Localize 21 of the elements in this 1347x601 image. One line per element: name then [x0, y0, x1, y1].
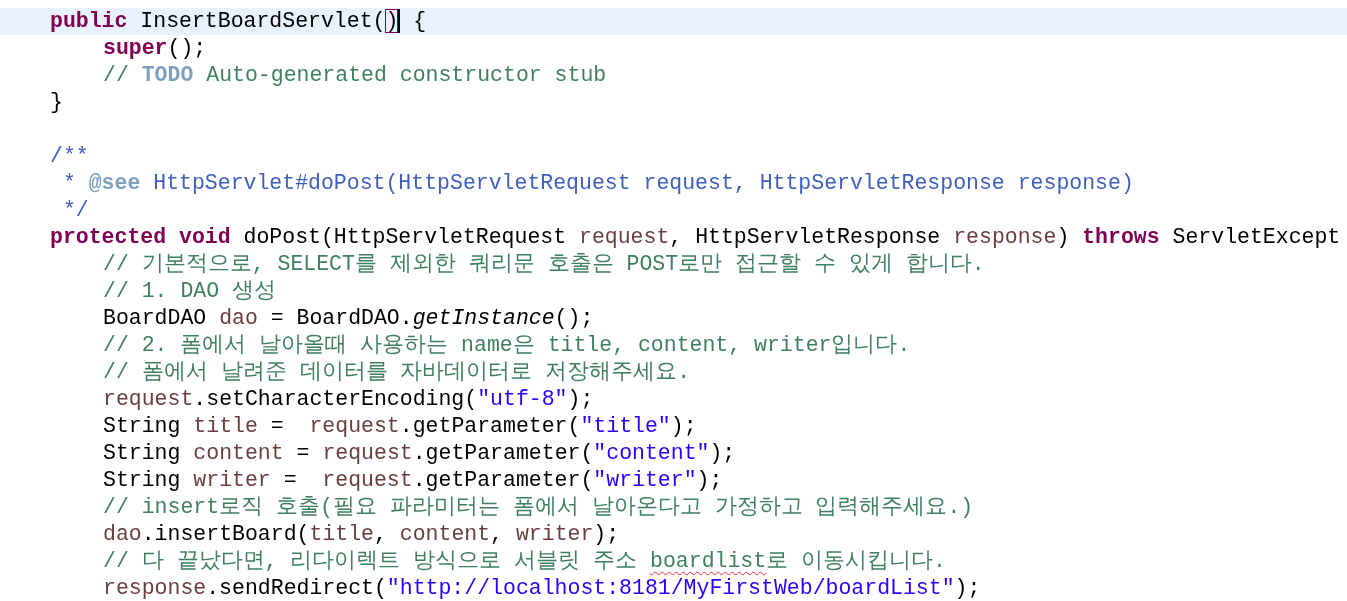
- code-line: BoardDAO dao = BoardDAO.getInstance();: [103, 305, 594, 332]
- code-line: super();: [103, 35, 207, 62]
- code-line: }: [50, 89, 63, 116]
- code-line: * @see HttpServlet#doPost(HttpServletRequest request, HttpServletResponse response): [61, 170, 1134, 197]
- code-line: // TODO Auto-generated constructor stub: [103, 62, 607, 89]
- code-line: request.setCharacterEncoding("utf-8");: [103, 386, 594, 413]
- code-line: // 폼에서 날려준 데이터를 자바데이터로 저장해주세요.: [103, 359, 691, 386]
- code-line: // 2. 폼에서 날아올때 사용하는 name은 title, content, writer입니다.: [103, 332, 911, 359]
- code-line: String writer = request.getParameter("writer");: [103, 467, 723, 494]
- code-line: public InsertBoardServlet() {: [50, 8, 427, 35]
- code-line: protected void doPost(HttpServletRequest request, HttpServletResponse response) throws ServletExcept: [50, 224, 1341, 251]
- code-line: */: [61, 197, 89, 224]
- code-line: String title = request.getParameter("title");: [103, 413, 697, 440]
- code-line: /**: [50, 143, 89, 170]
- code-line: // 1. DAO 생성: [103, 278, 277, 305]
- code-line: // insert로직 호출(필요 파라미터는 폼에서 날아온다고 가정하고 입력해주세요.): [103, 494, 974, 521]
- code-line: dao.insertBoard(title, content, writer);: [103, 521, 620, 548]
- code-line: response.sendRedirect("http://localhost:8181/MyFirstWeb/boardList");: [103, 575, 981, 601]
- code-line: // 기본적으로, SELECT를 제외한 쿼리문 호출은 POST로만 접근할 수 있게 합니다.: [103, 251, 985, 278]
- code-line: String content = request.getParameter("content");: [103, 440, 736, 467]
- code-line: // 다 끝났다면, 리다이렉트 방식으로 서블릿 주소 boardlist로 이동시킵니다.: [103, 548, 946, 575]
